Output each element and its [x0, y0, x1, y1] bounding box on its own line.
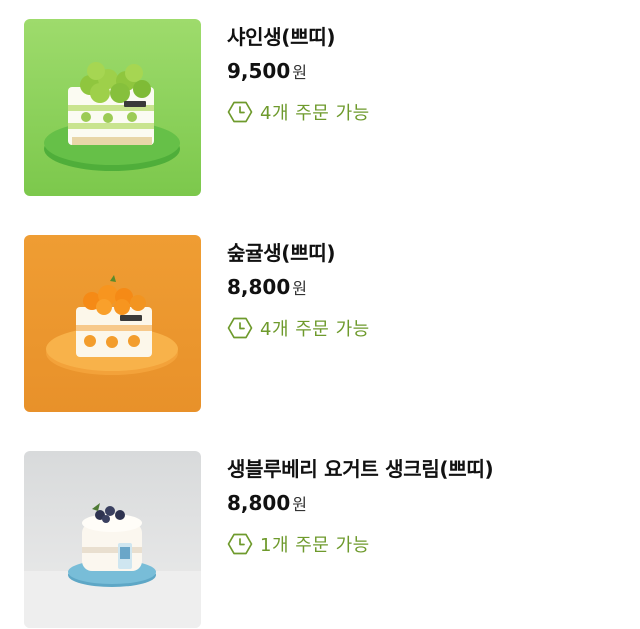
product-name[interactable]: 생블루베리 요거트 생크림(쁘띠) — [227, 453, 494, 482]
stock-text: 4개 주문 가능 — [260, 103, 370, 124]
tangerine-cake-image[interactable] — [24, 235, 201, 412]
product-price: 9,500 원 — [227, 59, 307, 83]
price-value: 8,800 — [227, 275, 291, 299]
price-unit: 원 — [292, 63, 307, 82]
stock-availability: 4개 주문 가능 — [227, 99, 370, 125]
stock-text: 1개 주문 가능 — [260, 535, 370, 556]
product-list: 샤인생(쁘띠) 9,500 원 4개 주문 가능 숲귤생(쁘띠) 8,800 원… — [0, 0, 640, 629]
stock-availability: 1개 주문 가능 — [227, 531, 370, 557]
blueberry-yogurt-cake-image[interactable] — [24, 451, 201, 628]
shine-muscat-cake-image[interactable] — [24, 19, 201, 196]
product-price: 8,800 원 — [227, 275, 307, 299]
product-name[interactable]: 샤인생(쁘띠) — [227, 21, 335, 50]
product-name[interactable]: 숲귤생(쁘띠) — [227, 237, 335, 266]
price-value: 9,500 — [227, 59, 291, 83]
clock-icon — [227, 315, 253, 341]
stock-text: 4개 주문 가능 — [260, 319, 370, 340]
price-value: 8,800 — [227, 491, 291, 515]
clock-icon — [227, 99, 253, 125]
clock-icon — [227, 531, 253, 557]
price-unit: 원 — [292, 495, 307, 514]
price-unit: 원 — [292, 279, 307, 298]
product-price: 8,800 원 — [227, 491, 307, 515]
product-item[interactable]: 생블루베리 요거트 생크림(쁘띠) 8,800 원 1개 주문 가능 — [0, 451, 640, 629]
stock-availability: 4개 주문 가능 — [227, 315, 370, 341]
product-item[interactable]: 샤인생(쁘띠) 9,500 원 4개 주문 가능 — [0, 19, 640, 197]
product-item[interactable]: 숲귤생(쁘띠) 8,800 원 4개 주문 가능 — [0, 235, 640, 413]
